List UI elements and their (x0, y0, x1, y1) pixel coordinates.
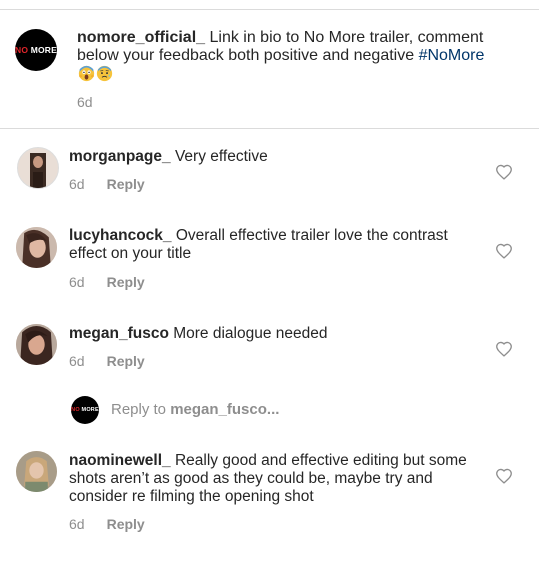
comment-2-meta: 6d Reply (69, 274, 145, 290)
comment-4: naominewell_ Really good and effective e… (69, 452, 469, 506)
comment-time: 6d (69, 274, 85, 290)
logo-no-text: NO (15, 45, 29, 55)
reply-avatar-logo: NO MORE (71, 396, 99, 424)
comment-time: 6d (69, 176, 85, 192)
comment-username[interactable]: morganpage_ (69, 148, 171, 165)
caption: nomore_official_ Link in bio to No More … (77, 29, 497, 84)
profile-photo-icon (16, 451, 57, 492)
profile-photo-icon (30, 153, 46, 188)
profile-photo-icon (16, 324, 57, 365)
reply-prompt-target: megan_fusco... (170, 401, 280, 418)
caption-avatar-logo[interactable]: NO MORE (15, 29, 57, 71)
reply-button[interactable]: Reply (107, 176, 145, 192)
comment-username[interactable]: megan_fusco (69, 325, 169, 342)
comment-avatar-lucyhancock[interactable] (16, 227, 57, 268)
caption-username[interactable]: nomore_official_ (77, 29, 205, 46)
reply-button[interactable]: Reply (107, 516, 145, 532)
caption-time: 6d (77, 94, 93, 110)
comment-1-meta: 6d Reply (69, 176, 145, 192)
profile-photo-icon (16, 227, 57, 268)
comment-avatar-morganpage[interactable] (17, 147, 59, 189)
top-divider (0, 9, 539, 10)
comment-2: lucyhancock_ Overall effective trailer l… (69, 227, 469, 263)
logo-more-text: MORE (81, 407, 99, 413)
logo-more-text: MORE (30, 45, 57, 55)
logo-no-text: NO (71, 407, 80, 413)
reply-button[interactable]: Reply (107, 274, 145, 290)
reply-button[interactable]: Reply (107, 353, 145, 369)
caption-meta: 6d (77, 94, 93, 110)
heart-outline-icon[interactable] (495, 341, 513, 357)
comment-username[interactable]: lucyhancock_ (69, 227, 172, 244)
comment-avatar-naominewell[interactable] (16, 451, 57, 492)
reply-prompt-prefix: Reply to (111, 401, 167, 418)
reply-input[interactable]: Reply to megan_fusco... (111, 401, 279, 418)
comment-4-meta: 6d Reply (69, 516, 145, 532)
heart-outline-icon[interactable] (495, 243, 513, 259)
comment-1: morganpage_ Very effective (69, 148, 469, 166)
comment-3: megan_fusco More dialogue needed (69, 325, 469, 343)
comment-time: 6d (69, 516, 85, 532)
heart-outline-icon[interactable] (495, 164, 513, 180)
comment-3-meta: 6d Reply (69, 353, 145, 369)
heart-outline-icon[interactable] (495, 468, 513, 484)
comment-text: Very effective (174, 148, 268, 165)
caption-hashtag[interactable]: #NoMore (419, 47, 485, 64)
comment-time: 6d (69, 353, 85, 369)
anxious-face-emoji-icon (96, 65, 113, 82)
caption-divider (0, 128, 539, 129)
comment-username[interactable]: naominewell_ (69, 452, 171, 469)
comment-text: More dialogue needed (173, 325, 328, 342)
comment-avatar-megan-fusco[interactable] (16, 324, 57, 365)
screaming-face-emoji-icon (78, 65, 95, 82)
